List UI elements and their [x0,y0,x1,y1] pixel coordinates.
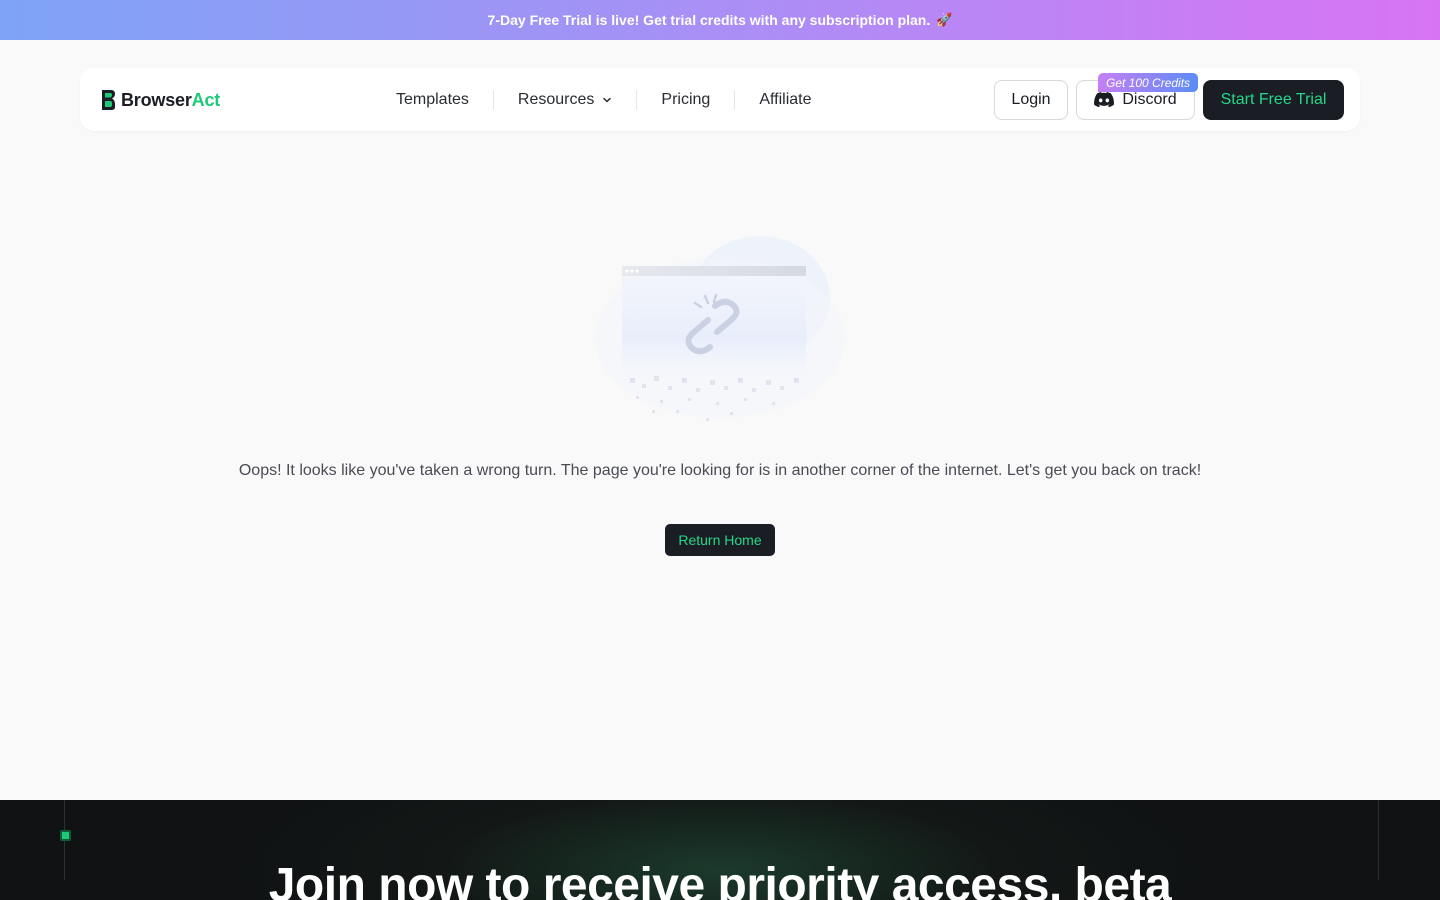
start-free-trial-button[interactable]: Start Free Trial [1203,80,1344,120]
return-home-button[interactable]: Return Home [665,524,775,556]
nav-resources[interactable]: Resources [492,89,636,110]
error-message: Oops! It looks like you've taken a wrong… [238,462,1202,479]
footer-cta-section: Join now to receive priority access, bet… [0,800,1440,900]
nav-pricing[interactable]: Pricing [636,89,734,110]
promo-banner-text: 7-Day Free Trial is live! Get trial cred… [487,12,931,28]
rocket-icon: 🚀 [936,12,953,27]
broken-link-icon [595,236,845,421]
main-nav: Templates Resources Pricing Affiliate [372,68,836,131]
logo[interactable]: BrowserAct [100,88,220,112]
navbar: BrowserAct Templates Resources Pricing A… [80,68,1360,131]
credits-badge: Get 100 Credits [1098,73,1199,92]
nav-templates[interactable]: Templates [372,90,493,110]
discord-icon [1094,92,1115,108]
footer-accent-dot [60,830,71,841]
nav-affiliate[interactable]: Affiliate [734,89,835,110]
promo-banner[interactable]: 7-Day Free Trial is live! Get trial cred… [0,0,1440,40]
browseract-logo-icon [102,90,115,110]
chevron-down-icon [603,97,612,102]
logo-text: BrowserAct [121,89,221,110]
login-button[interactable]: Login [994,80,1068,120]
footer-cta-title: Join now to receive priority access, bet… [268,859,1172,900]
